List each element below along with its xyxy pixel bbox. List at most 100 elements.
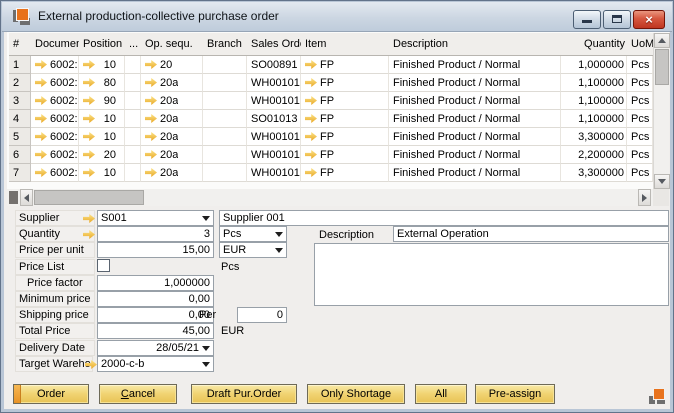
link-arrow-icon[interactable] [305,132,317,141]
cell-num[interactable]: 7 [9,164,31,182]
cell-uom[interactable]: Pcs [627,56,653,74]
cell-uom[interactable]: Pcs [627,74,653,92]
cell-sales[interactable]: WH001014 [247,128,301,146]
cell-uom[interactable]: Pcs [627,164,653,182]
currency-combo[interactable]: EUR [219,242,287,258]
cell-desc[interactable]: Finished Product / Normal [389,74,561,92]
price-factor-field[interactable]: 1,000000 [97,275,214,291]
cell-branch[interactable] [203,164,247,182]
link-arrow-icon[interactable] [35,96,47,105]
column-header-dots[interactable]: ... [125,38,141,50]
horizontal-scrollbar-thumb[interactable] [34,190,144,205]
cell-num[interactable]: 4 [9,110,31,128]
price-per-unit-field[interactable]: 15,00 [97,242,214,258]
cell-item[interactable]: FP [301,164,389,182]
cell-uom[interactable]: Pcs [627,92,653,110]
cell-branch[interactable] [203,110,247,128]
table-row[interactable]: 76002:1020aWH001015FPFinished Product / … [9,164,653,182]
link-arrow-icon[interactable] [83,78,95,87]
column-header-item[interactable]: Item [301,38,389,50]
link-arrow-icon[interactable] [305,168,317,177]
link-arrow-icon[interactable] [145,132,157,141]
cell-sales[interactable]: SO01013 [247,110,301,128]
cell-dots[interactable] [125,92,141,110]
vertical-scrollbar-thumb[interactable] [655,49,669,85]
link-arrow-icon[interactable] [305,150,317,159]
table-row[interactable]: 46002:1020aSO01013FPFinished Product / N… [9,110,653,128]
column-header-desc[interactable]: Description [389,38,561,50]
column-header-branch[interactable]: Branch [203,38,247,50]
cell-sales[interactable]: WH001014 [247,146,301,164]
only-shortage-button[interactable]: Only Shortage [307,384,405,404]
scroll-down-icon[interactable] [654,174,670,189]
cell-qty[interactable]: 3,300000 [561,128,627,146]
cell-doc[interactable]: 6002: [31,56,79,74]
link-arrow-icon[interactable] [35,78,47,87]
link-arrow-icon[interactable] [35,150,47,159]
supplier-combo[interactable]: S001 [97,210,214,226]
column-header-uom[interactable]: UoM [627,38,653,50]
cell-sales[interactable]: SO00891 [247,56,301,74]
cell-qty[interactable]: 1,000000 [561,56,627,74]
link-arrow-icon[interactable] [145,78,157,87]
column-header-qty[interactable]: Quantity [561,38,627,50]
cell-pos[interactable]: 10 [79,128,125,146]
link-arrow-icon[interactable] [35,168,47,177]
scroll-left-icon[interactable] [20,189,33,206]
cell-desc[interactable]: Finished Product / Normal [389,110,561,128]
cell-item[interactable]: FP [301,74,389,92]
cell-item[interactable]: FP [301,92,389,110]
link-arrow-icon[interactable] [35,132,47,141]
cell-op[interactable]: 20a [141,74,203,92]
column-header-num[interactable]: # [9,38,31,50]
cell-item[interactable]: FP [301,56,389,74]
link-arrow-icon[interactable] [145,150,157,159]
horizontal-scrollbar[interactable] [7,189,653,206]
cell-dots[interactable] [125,74,141,92]
total-price-field[interactable]: 45,00 [97,323,214,339]
dropdown-arrow-icon[interactable] [275,232,283,237]
table-row[interactable]: 66002:2020aWH001014FPFinished Product / … [9,146,653,164]
cell-qty[interactable]: 1,100000 [561,92,627,110]
cell-num[interactable]: 2 [9,74,31,92]
table-row[interactable]: 36002:9020aWH001012FPFinished Product / … [9,92,653,110]
cell-num[interactable]: 1 [9,56,31,74]
cell-dots[interactable] [125,164,141,182]
cell-item[interactable]: FP [301,146,389,164]
link-arrow-icon[interactable] [145,96,157,105]
cell-op[interactable]: 20a [141,92,203,110]
cell-branch[interactable] [203,92,247,110]
column-header-op[interactable]: Op. sequ. [141,38,203,50]
delivery-date-picker[interactable]: 28/05/21 [97,340,214,356]
minimum-price-field[interactable]: 0,00 [97,291,214,307]
cell-num[interactable]: 6 [9,146,31,164]
link-arrow-icon[interactable] [145,60,157,69]
pre-assign-button[interactable]: Pre-assign [475,384,555,404]
link-arrow-icon[interactable] [83,150,95,159]
supplier-name-field[interactable]: Supplier 001 [219,210,669,226]
target-warehouse-combo[interactable]: 2000-c-b [97,356,214,372]
cell-desc[interactable]: Finished Product / Normal [389,128,561,146]
pane-split-handle[interactable] [9,191,18,204]
cell-item[interactable]: FP [301,110,389,128]
cell-pos[interactable]: 10 [79,164,125,182]
cell-num[interactable]: 5 [9,128,31,146]
cell-op[interactable]: 20 [141,56,203,74]
link-arrow-icon[interactable] [305,78,317,87]
quantity-uom-combo[interactable]: Pcs [219,226,287,242]
titlebar[interactable]: External production-collective purchase … [2,2,672,32]
dropdown-arrow-icon[interactable] [202,346,210,351]
cell-desc[interactable]: Finished Product / Normal [389,146,561,164]
cell-doc[interactable]: 6002: [31,128,79,146]
table-row[interactable]: 56002:1020aWH001014FPFinished Product / … [9,128,653,146]
quantity-field[interactable]: 3 [97,226,214,242]
dropdown-arrow-icon[interactable] [202,216,210,221]
description-field[interactable]: External Operation [393,226,669,242]
cell-desc[interactable]: Finished Product / Normal [389,56,561,74]
link-arrow-icon[interactable] [35,60,47,69]
table-row[interactable]: 26002:8020aWH001012FPFinished Product / … [9,74,653,92]
column-header-pos[interactable]: Position [79,38,125,50]
cell-desc[interactable]: Finished Product / Normal [389,164,561,182]
link-arrow-icon[interactable] [305,96,317,105]
link-arrow-icon[interactable] [83,132,95,141]
